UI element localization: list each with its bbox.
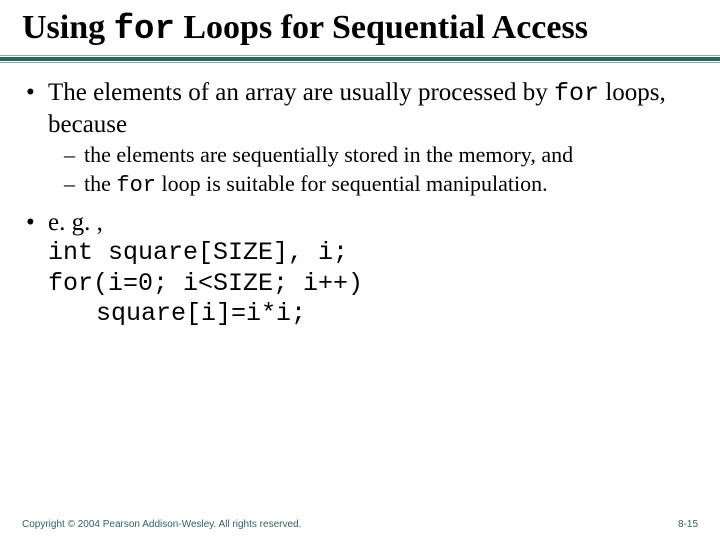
title-post: Loops for Sequential Access <box>175 9 588 46</box>
sub-bullet-1: – the elements are sequentially stored i… <box>64 142 694 169</box>
slide-content: • The elements of an array are usually p… <box>0 64 720 330</box>
page-number: 8-15 <box>678 519 698 530</box>
bullet-marker: • <box>26 208 48 330</box>
code-line-1: int square[SIZE], i; <box>48 238 694 269</box>
sub-2-code: for <box>116 173 156 198</box>
sub-2-post: loop is suitable for sequential manipula… <box>156 171 548 196</box>
sub-bullet-2: – the for loop is suitable for sequentia… <box>64 171 694 200</box>
copyright-text: Copyright © 2004 Pearson Addison-Wesley.… <box>22 519 301 530</box>
sub-marker: – <box>64 171 84 200</box>
code-example: int square[SIZE], i; for(i=0; i<SIZE; i+… <box>48 238 694 330</box>
title-area: Using for Loops for Sequential Access <box>0 0 720 54</box>
slide: Using for Loops for Sequential Access • … <box>0 0 720 540</box>
bullet-1: • The elements of an array are usually p… <box>26 78 694 200</box>
sub-marker: – <box>64 142 84 169</box>
title-pre: Using <box>22 9 114 46</box>
bullet-2: • e. g. , int square[SIZE], i; for(i=0; … <box>26 208 694 330</box>
sub-2-pre: the <box>84 171 116 196</box>
bullet-1-pre: The elements of an array are usually pro… <box>48 79 554 106</box>
code-line-2: for(i=0; i<SIZE; i++) <box>48 269 694 300</box>
bullet-2-label: e. g. , <box>48 209 103 236</box>
title-code: for <box>114 11 175 49</box>
bullet-1-code: for <box>554 79 599 108</box>
title-divider <box>0 54 720 64</box>
code-line-3: square[i]=i*i; <box>48 299 694 330</box>
slide-title: Using for Loops for Sequential Access <box>22 8 698 50</box>
sub-1-text: the elements are sequentially stored in … <box>84 142 694 169</box>
slide-footer: Copyright © 2004 Pearson Addison-Wesley.… <box>22 519 698 530</box>
bullet-marker: • <box>26 78 48 140</box>
